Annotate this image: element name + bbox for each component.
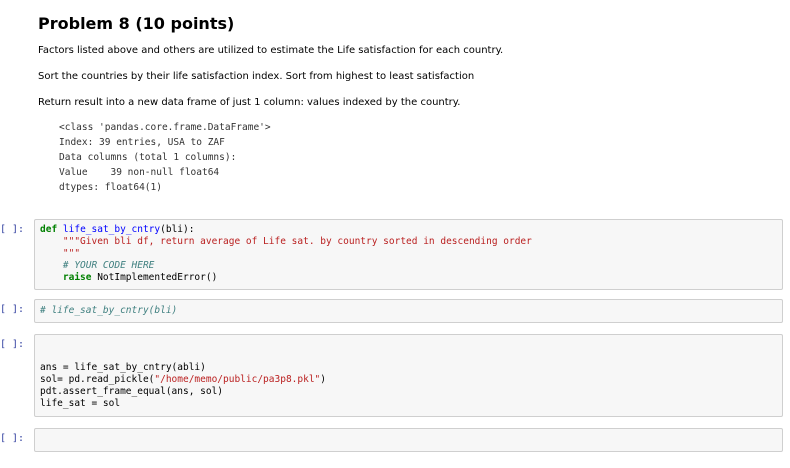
cell-prompt: [ ]:	[0, 224, 25, 235]
code-area[interactable]: def life_sat_by_cntry(bli): """Given bli…	[40, 224, 532, 284]
problem-title: Problem 8 (10 points)	[38, 14, 235, 33]
docstring-line: """Given bli df, return average of Life …	[40, 236, 532, 247]
info-line: Value 39 non-null float64	[59, 167, 220, 178]
info-line: <class 'pandas.core.frame.DataFrame'>	[59, 122, 271, 133]
code-line: pdt.assert_frame_equal(ans, sol)	[40, 386, 224, 397]
dataframe-info-block: <class 'pandas.core.frame.DataFrame'> Ind…	[59, 120, 271, 195]
function-params: (bli):	[160, 224, 195, 235]
path-string: "/home/memo/public/pa3p8.pkl"	[154, 374, 321, 385]
cell-prompt: [ ]:	[0, 304, 25, 315]
code-line: life_sat = sol	[40, 398, 121, 409]
cell-prompt: [ ]:	[0, 433, 25, 444]
code-area[interactable]: ans = life_sat_by_cntry(abli) sol= pd.re…	[40, 362, 326, 410]
docstring-close: """	[40, 248, 81, 259]
code-cell-test[interactable]: ans = life_sat_by_cntry(abli) sol= pd.re…	[34, 334, 783, 417]
code-cell-comment[interactable]: # life_sat_by_cntry(bli)	[34, 299, 783, 323]
paragraph-factors: Factors listed above and others are util…	[38, 45, 504, 56]
code-cell-empty[interactable]	[34, 428, 783, 452]
code-comment: # life_sat_by_cntry(bli)	[40, 305, 178, 316]
close-paren: )	[320, 374, 326, 385]
code-area[interactable]: # life_sat_by_cntry(bli)	[40, 305, 177, 317]
raise-exception: NotImplementedError()	[91, 272, 218, 283]
function-name: life_sat_by_cntry	[62, 224, 161, 235]
def-keyword: def	[40, 224, 58, 235]
info-line: Data columns (total 1 columns):	[59, 152, 237, 163]
info-line: Index: 39 entries, USA to ZAF	[59, 137, 225, 148]
info-line: dtypes: float64(1)	[59, 182, 162, 193]
code-comment: # YOUR CODE HERE	[40, 260, 155, 271]
raise-keyword: raise	[40, 272, 92, 283]
code-line: sol= pd.read_pickle(	[40, 374, 155, 385]
paragraph-sort: Sort the countries by their life satisfa…	[38, 71, 475, 82]
cell-prompt: [ ]:	[0, 339, 25, 350]
code-line: ans = life_sat_by_cntry(abli)	[40, 362, 206, 373]
code-cell-function[interactable]: def life_sat_by_cntry(bli): """Given bli…	[34, 219, 783, 290]
paragraph-return: Return result into a new data frame of j…	[38, 97, 461, 108]
